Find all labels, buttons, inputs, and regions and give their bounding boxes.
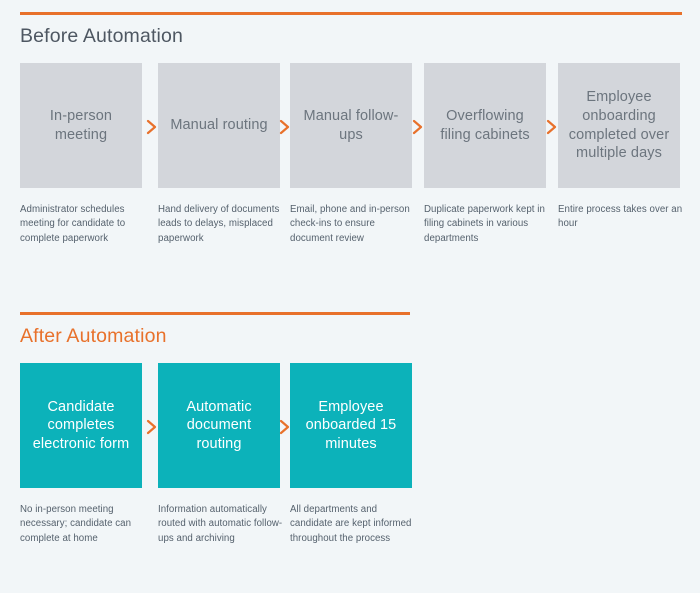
step-label-before-1: In-person meeting [49,107,113,143]
chevron-right-icon [277,118,293,136]
step-label-before-4: Overflowing filing cabinets [440,107,530,143]
step-label-before-5: Employee onboarding completed over multi… [568,89,670,162]
step-after-3: Employee onboarded 15 minutes All depart… [290,363,412,593]
step-before-4: Overflowing filing cabinets Duplicate pa… [424,63,546,293]
step-caption-before-4: Duplicate paperwork kept in filing cabin… [424,204,545,244]
step-after-1: Candidate completes electronic form No i… [20,363,142,593]
step-after-2: Automatic document routing Information a… [158,363,282,593]
section-title-after: After Automation [20,325,167,347]
section-divider-rule-before [20,12,682,15]
process-comparison-infographic: Before Automation In-person meeting Admi… [0,0,700,558]
chevron-right-icon [544,118,560,136]
step-box-before-4[interactable]: Overflowing filing cabinets [424,63,546,188]
step-box-before-5[interactable]: Employee onboarding completed over multi… [558,63,680,188]
step-caption-before-1: Administrator schedules meeting for cand… [20,204,126,244]
step-box-after-2[interactable]: Automatic document routing [158,363,280,488]
step-label-after-1: Candidate completes electronic form [32,398,130,452]
step-box-before-2[interactable]: Manual routing [158,63,280,188]
step-box-before-1[interactable]: In-person meeting [20,63,142,188]
step-label-after-3: Employee onboarded 15 minutes [305,398,397,452]
step-before-5: Employee onboarding completed over multi… [558,63,682,293]
step-before-2: Manual routing Hand delivery of document… [158,63,280,293]
step-label-after-2: Automatic document routing [186,398,252,452]
steps-row-before: In-person meeting Administrator schedule… [20,63,682,293]
step-box-after-3[interactable]: Employee onboarded 15 minutes [290,363,412,488]
step-before-3: Manual follow-ups Email, phone and in-pe… [290,63,412,293]
step-label-before-2: Manual routing [170,117,268,134]
step-caption-after-3: All departments and candidate are kept i… [290,504,412,544]
step-box-after-1[interactable]: Candidate completes electronic form [20,363,142,488]
step-before-1: In-person meeting Administrator schedule… [20,63,142,293]
chevron-right-icon [144,118,160,136]
step-caption-after-2: Information automatically routed with au… [158,504,283,544]
chevron-right-icon [144,418,160,436]
step-label-before-3: Manual follow-ups [303,107,399,143]
steps-row-after: Candidate completes electronic form No i… [20,363,682,593]
chevron-right-icon [277,418,293,436]
chevron-right-icon [410,118,426,136]
step-caption-before-2: Hand delivery of documents leads to dela… [158,204,280,244]
section-divider-rule-after [20,312,410,315]
section-title-before: Before Automation [20,25,183,47]
step-caption-before-5: Entire process takes over an hour [558,204,683,230]
step-box-before-3[interactable]: Manual follow-ups [290,63,412,188]
step-caption-before-3: Email, phone and in-person check-ins to … [290,204,410,244]
step-caption-after-1: No in-person meeting necessary; candidat… [20,504,132,544]
